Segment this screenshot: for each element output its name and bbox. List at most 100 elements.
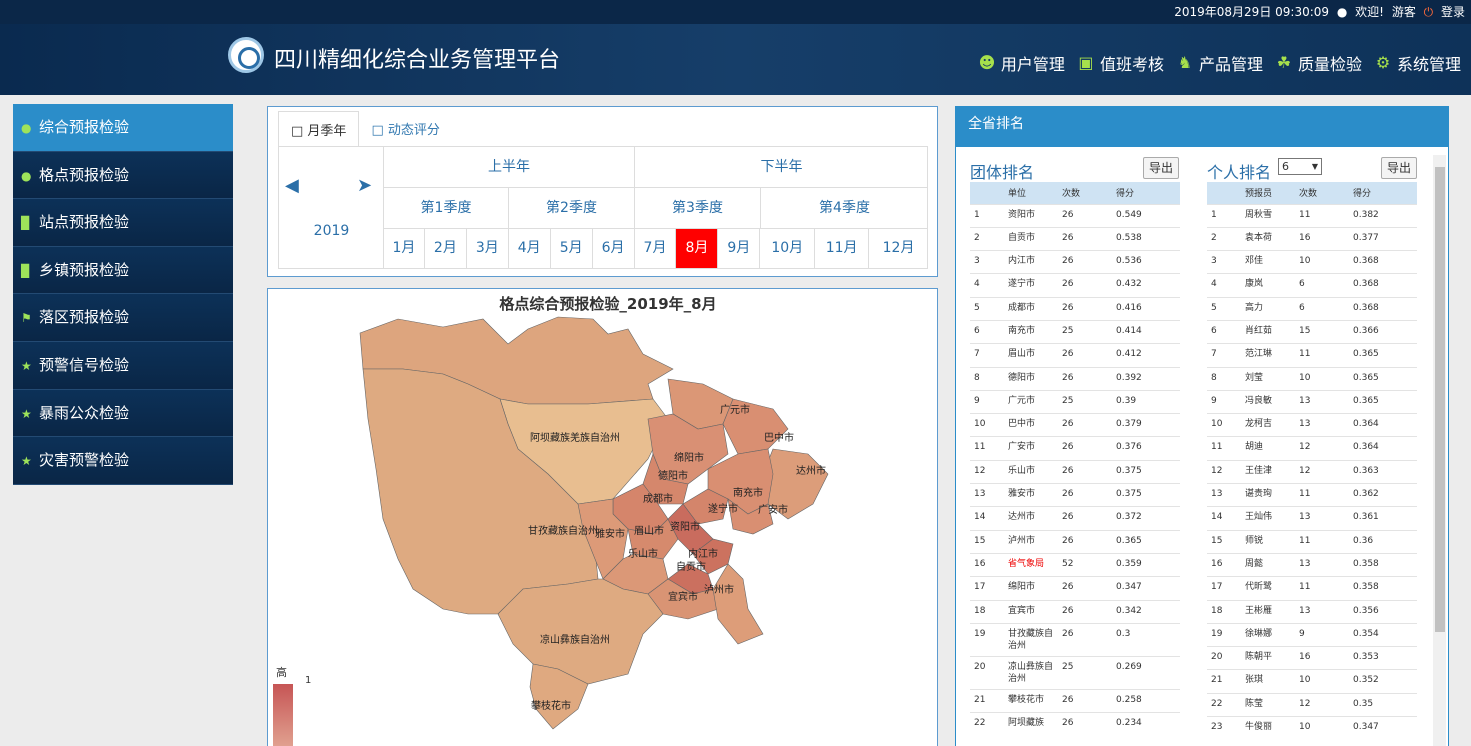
nav-product-management[interactable]: ♞ 产品管理 <box>1176 51 1263 75</box>
person-export-button[interactable]: 导出 <box>1381 157 1417 179</box>
table-cell: 牛俊丽 <box>1241 716 1295 740</box>
sidebar-item-area[interactable]: ⚑ 落区预报检验 <box>13 294 233 342</box>
table-row[interactable]: 14 王灿伟 13 0.361 <box>1207 506 1417 531</box>
scrollbar-thumb[interactable] <box>1435 167 1445 632</box>
table-row[interactable]: 2 袁本荷 16 0.377 <box>1207 226 1417 251</box>
table-cell: 0.347 <box>1349 716 1417 740</box>
table-cell: 0.36 <box>1349 529 1417 554</box>
table-row[interactable]: 10 龙柯吉 13 0.364 <box>1207 413 1417 437</box>
table-row[interactable]: 13 雅安市 26 0.375 <box>970 483 1180 507</box>
table-row[interactable]: 20 陈朝平 16 0.353 <box>1207 646 1417 670</box>
table-row[interactable]: 12 乐山市 26 0.375 <box>970 459 1180 484</box>
month-9[interactable]: 9月 <box>718 229 761 269</box>
table-row[interactable]: 6 肖红茹 15 0.366 <box>1207 319 1417 344</box>
table-row[interactable]: 11 胡迪 12 0.364 <box>1207 436 1417 461</box>
table-row[interactable]: 13 谌贵珣 11 0.362 <box>1207 483 1417 507</box>
table-row[interactable]: 21 张琪 10 0.352 <box>1207 669 1417 694</box>
nav-duty-assessment[interactable]: ▣ 值班考核 <box>1077 51 1164 75</box>
table-row[interactable]: 4 遂宁市 26 0.432 <box>970 273 1180 298</box>
quarter-3[interactable]: 第3季度 <box>635 188 761 229</box>
table-row[interactable]: 18 王彬雁 13 0.356 <box>1207 599 1417 624</box>
table-row[interactable]: 17 代昕鹭 11 0.358 <box>1207 576 1417 601</box>
quarter-4[interactable]: 第4季度 <box>761 188 928 229</box>
sidebar-item-station[interactable]: ▉ 站点预报检验 <box>13 199 233 247</box>
month-1[interactable]: 1月 <box>384 229 425 269</box>
table-row[interactable]: 8 德阳市 26 0.392 <box>970 366 1180 391</box>
table-row[interactable]: 12 王佳津 12 0.363 <box>1207 459 1417 484</box>
table-row[interactable]: 16 省气象局 52 0.359 <box>970 552 1180 577</box>
table-row[interactable]: 16 周懿 13 0.358 <box>1207 552 1417 577</box>
quarter-1[interactable]: 第1季度 <box>384 188 509 229</box>
month-10[interactable]: 10月 <box>760 229 816 269</box>
month-6[interactable]: 6月 <box>592 229 635 269</box>
table-row[interactable]: 5 高力 6 0.368 <box>1207 296 1417 321</box>
nav-quality-check[interactable]: ☘ 质量检验 <box>1275 51 1362 75</box>
nav-system-management[interactable]: ⚙ 系统管理 <box>1374 51 1461 75</box>
table-row[interactable]: 9 广元市 25 0.39 <box>970 389 1180 414</box>
team-export-button[interactable]: 导出 <box>1143 157 1179 179</box>
table-row[interactable]: 10 巴中市 26 0.379 <box>970 413 1180 437</box>
sidebar-item-disaster[interactable]: ★ 灾害预警检验 <box>13 437 233 485</box>
region-liangshan[interactable] <box>497 578 664 685</box>
login-link[interactable]: 登录 <box>1441 5 1465 19</box>
table-cell: 10 <box>1295 669 1349 694</box>
table-row[interactable]: 15 泸州市 26 0.365 <box>970 529 1180 554</box>
table-row[interactable]: 19 甘孜藏族自治州 26 0.3 <box>970 622 1180 657</box>
table-row[interactable]: 7 范江琳 11 0.365 <box>1207 343 1417 368</box>
table-row[interactable]: 14 达州市 26 0.372 <box>970 506 1180 531</box>
next-year-button[interactable]: ➤ <box>357 175 372 196</box>
table-row[interactable]: 3 内江市 26 0.536 <box>970 250 1180 274</box>
table-row[interactable]: 15 师锐 11 0.36 <box>1207 529 1417 554</box>
table-row[interactable]: 7 眉山市 26 0.412 <box>970 343 1180 368</box>
table-row[interactable]: 20 凉山彝族自治州 25 0.269 <box>970 655 1180 690</box>
person-count-select[interactable]: 6 ▼ <box>1278 158 1322 175</box>
half-year-second[interactable]: 下半年 <box>635 147 928 188</box>
sidebar-item-grid[interactable]: ● 格点预报检验 <box>13 151 233 200</box>
sidebar-item-town[interactable]: ▉ 乡镇预报检验 <box>13 246 233 295</box>
month-8[interactable]: 8月 <box>676 229 719 269</box>
table-row[interactable]: 11 广安市 26 0.376 <box>970 436 1180 461</box>
app-header: 四川精细化综合业务管理平台 ☻ 用户管理 ▣ 值班考核 ♞ 产品管理 ☘ 质量检验 ⚙ 系… <box>0 24 1471 95</box>
power-icon[interactable]: ⏻ <box>1424 5 1434 19</box>
quarter-2[interactable]: 第2季度 <box>509 188 635 229</box>
month-3[interactable]: 3月 <box>466 229 509 269</box>
half-year-first[interactable]: 上半年 <box>384 147 635 188</box>
region-label: 泸州市 <box>704 583 734 596</box>
sidebar-item-rainstorm[interactable]: ★ 暴雨公众检验 <box>13 389 233 438</box>
prev-year-button[interactable]: ◀ <box>285 175 299 196</box>
table-row[interactable]: 1 周秋雪 11 0.382 <box>1207 203 1417 228</box>
sidebar-item-warning-signal[interactable]: ★ 预警信号检验 <box>13 341 233 390</box>
table-row[interactable]: 6 南充市 25 0.414 <box>970 319 1180 344</box>
sidebar-item-label: 综合预报检验 <box>39 118 130 136</box>
tab-dynamic-score[interactable]: □ 动态评分 <box>359 111 451 147</box>
tab-month-quarter-year[interactable]: □ 月季年 <box>278 111 360 147</box>
month-12[interactable]: 12月 <box>869 229 928 269</box>
table-row[interactable]: 23 牛俊丽 10 0.347 <box>1207 716 1417 740</box>
table-row[interactable]: 3 邓佳 10 0.368 <box>1207 250 1417 274</box>
sidebar-item-comprehensive[interactable]: ● 综合预报检验 <box>13 104 233 152</box>
month-4[interactable]: 4月 <box>508 229 551 269</box>
table-cell: 25 <box>1058 655 1112 690</box>
table-row[interactable]: 5 成都市 26 0.416 <box>970 296 1180 321</box>
month-7[interactable]: 7月 <box>634 229 677 269</box>
table-row[interactable]: 18 宜宾市 26 0.342 <box>970 599 1180 624</box>
sidebar-item-label: 格点预报检验 <box>39 165 130 184</box>
legend-color-bar[interactable] <box>273 684 293 746</box>
table-row[interactable]: 9 冯良敏 13 0.365 <box>1207 389 1417 414</box>
ranking-scrollbar[interactable] <box>1433 155 1446 746</box>
month-2[interactable]: 2月 <box>424 229 467 269</box>
table-row[interactable]: 19 徐琳娜 9 0.354 <box>1207 622 1417 647</box>
nav-user-management[interactable]: ☻ 用户管理 <box>978 51 1065 75</box>
table-row[interactable]: 4 康岚 6 0.368 <box>1207 273 1417 298</box>
table-row[interactable]: 22 阿坝藏族 26 0.234 <box>970 712 1180 736</box>
month-5[interactable]: 5月 <box>550 229 593 269</box>
region-luzhou[interactable] <box>712 563 764 645</box>
month-11[interactable]: 11月 <box>815 229 870 269</box>
table-row[interactable]: 2 自贡市 26 0.538 <box>970 226 1180 251</box>
table-row[interactable]: 1 资阳市 26 0.549 <box>970 203 1180 228</box>
table-row[interactable]: 21 攀枝花市 26 0.258 <box>970 688 1180 713</box>
table-cell: 冯良敏 <box>1241 389 1295 414</box>
table-row[interactable]: 8 刘莹 10 0.365 <box>1207 366 1417 391</box>
table-row[interactable]: 22 陈莹 12 0.35 <box>1207 692 1417 717</box>
table-row[interactable]: 17 绵阳市 26 0.347 <box>970 576 1180 601</box>
